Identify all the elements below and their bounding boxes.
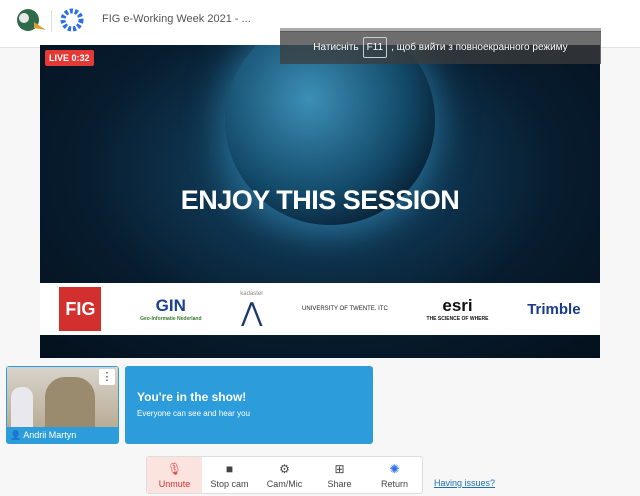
gear-icon: ⚙ (279, 461, 290, 476)
session-headline: ENJOY THIS SESSION (180, 185, 460, 215)
live-badge: LIVE 0:32 (45, 50, 94, 66)
share-screen-icon: ⊞ (334, 461, 345, 476)
more-options-icon[interactable]: ⋮ (99, 369, 115, 385)
participant-name: 👤 Andrii Martyn (10, 430, 77, 440)
control-toolbar: 🎙 Unmute ■ Stop cam ⚙ Cam/Mic ⊞ Share ✺ Retur… (146, 456, 423, 494)
status-title: You're in the show! (137, 390, 247, 404)
sponsor-strip: FIG GIN Geo-Informatie Nederland kadaster… (40, 283, 600, 335)
fullscreen-notice: Натисніть F11 , щоб вийти з повноекранно… (280, 31, 601, 64)
esri-logo: esri THE SCIENCE OF WHERE (426, 296, 489, 322)
having-issues-link[interactable]: Having issues? (434, 478, 495, 488)
unmute-button[interactable]: 🎙 Unmute (147, 457, 202, 493)
f11-key: F11 (362, 37, 388, 58)
notice-text: Натисніть (313, 42, 359, 53)
stage-video: ENJOY THIS SESSION LIVE 0:32 FIG GIN Geo-… (40, 45, 600, 358)
broadcast-title: FIG e-Working Week 2021 - ... (102, 13, 251, 25)
streamyard-icon: ✺ (389, 461, 400, 476)
gin-logo: GIN Geo-Informatie Nederland (140, 296, 202, 322)
share-button[interactable]: ⊞ Share (312, 457, 367, 493)
mic-muted-icon: 🎙 (166, 461, 183, 476)
camera-icon: ■ (225, 461, 234, 476)
divider (51, 10, 52, 32)
self-view-tile[interactable]: ⋮ 👤 Andrii Martyn (6, 366, 119, 444)
notice-text: , щоб вийти з повноекранного режиму (391, 42, 568, 53)
fig-logo: FIG (59, 287, 102, 331)
status-subtitle: Everyone can see and hear you (137, 409, 250, 418)
twente-logo: UNIVERSITY OF TWENTE. ITC (301, 306, 388, 312)
return-button[interactable]: ✺ Return (367, 457, 422, 493)
kadaster-logo: kadaster ⋀ (240, 290, 264, 327)
status-banner: You're in the show! Everyone can see and… (125, 366, 373, 444)
streamyard-logo-icon (60, 8, 84, 32)
cam-mic-settings-button[interactable]: ⚙ Cam/Mic (257, 457, 312, 493)
duck-logo-icon[interactable] (14, 6, 46, 36)
stop-cam-button[interactable]: ■ Stop cam (202, 457, 257, 493)
trimble-logo: Trimble (527, 300, 581, 318)
